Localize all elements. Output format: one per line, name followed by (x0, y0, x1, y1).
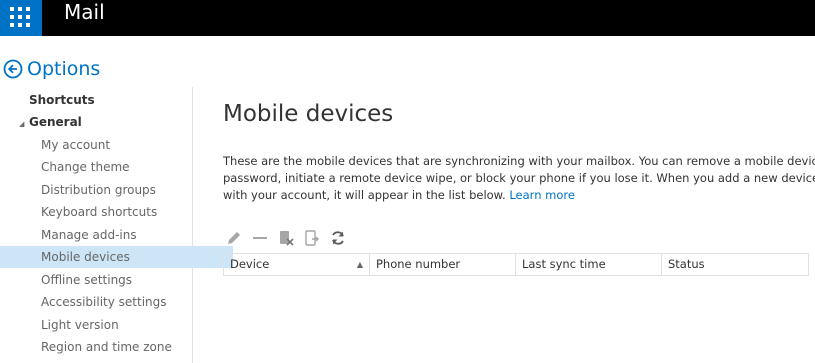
nav-shortcuts[interactable]: Shortcuts (0, 89, 221, 111)
waffle-icon (10, 7, 30, 27)
page-title: Mobile devices (223, 101, 394, 127)
devices-table-header: Device ▲ Phone number Last sync time Sta… (223, 253, 809, 276)
top-bar: Mail (0, 0, 815, 36)
back-arrow-icon (3, 59, 23, 79)
edit-button[interactable] (225, 229, 243, 247)
learn-more-link[interactable]: Learn more (509, 188, 575, 202)
nav-item-change-theme[interactable]: Change theme (0, 156, 233, 178)
nav-item-keyboard-shortcuts[interactable]: Keyboard shortcuts (0, 201, 233, 223)
nav-item-distribution-groups[interactable]: Distribution groups (0, 179, 233, 201)
column-device[interactable]: Device ▲ (224, 254, 370, 275)
refresh-icon (332, 231, 344, 245)
wipe-device-button[interactable] (277, 229, 295, 247)
nav-general[interactable]: ◢ General (0, 111, 211, 133)
edit-icon (228, 232, 240, 244)
description-line: with your account, it will appear in the… (223, 187, 815, 204)
description-line: These are the mobile devices that are sy… (223, 154, 815, 168)
nav-item-region-time-zone[interactable]: Region and time zone (0, 336, 233, 358)
column-status[interactable]: Status (662, 254, 808, 275)
nav-item-mobile-devices[interactable]: Mobile devices (0, 246, 233, 268)
description-line-text: with your account, it will appear in the… (223, 188, 506, 202)
nav-item-manage-add-ins[interactable]: Manage add-ins (0, 224, 233, 246)
remove-icon (253, 237, 267, 239)
sort-ascending-icon: ▲ (356, 260, 363, 269)
options-title: Options (27, 58, 101, 80)
nav-item-accessibility-settings[interactable]: Accessibility settings (0, 291, 233, 313)
nav-item-light-version[interactable]: Light version (0, 314, 233, 336)
column-last-sync-time[interactable]: Last sync time (516, 254, 662, 275)
nav-general-label: General (29, 115, 82, 129)
description-line: password, initiate a remote device wipe,… (223, 171, 815, 185)
nav-item-offline-settings[interactable]: Offline settings (0, 269, 233, 291)
wipe-device-icon (280, 231, 294, 246)
column-phone-number[interactable]: Phone number (370, 254, 516, 275)
app-launcher-button[interactable] (0, 0, 42, 36)
options-back-link[interactable]: Options (3, 57, 100, 81)
block-device-icon (305, 230, 319, 246)
refresh-button[interactable] (329, 229, 347, 247)
device-toolbar (225, 228, 355, 248)
page-description: These are the mobile devices that are sy… (223, 153, 815, 204)
options-nav: Shortcuts ◢ General My account Change the… (0, 87, 233, 363)
remove-button[interactable] (251, 229, 269, 247)
nav-item-my-account[interactable]: My account (0, 134, 233, 156)
column-header-label: Device (230, 257, 270, 271)
block-device-button[interactable] (303, 229, 321, 247)
app-title: Mail (64, 0, 105, 24)
expand-triangle-icon: ◢ (19, 120, 25, 128)
